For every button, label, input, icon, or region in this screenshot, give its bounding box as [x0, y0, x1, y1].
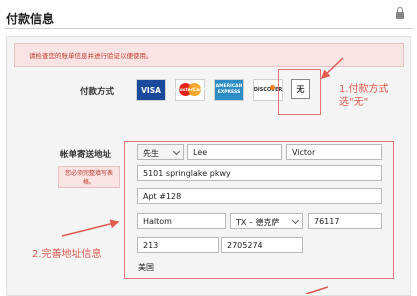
arrow-to-payment: [320, 57, 344, 80]
annotation-arrows: [61, 57, 344, 294]
arrow-bottom: [305, 286, 329, 294]
arrow-to-address: [61, 219, 120, 237]
